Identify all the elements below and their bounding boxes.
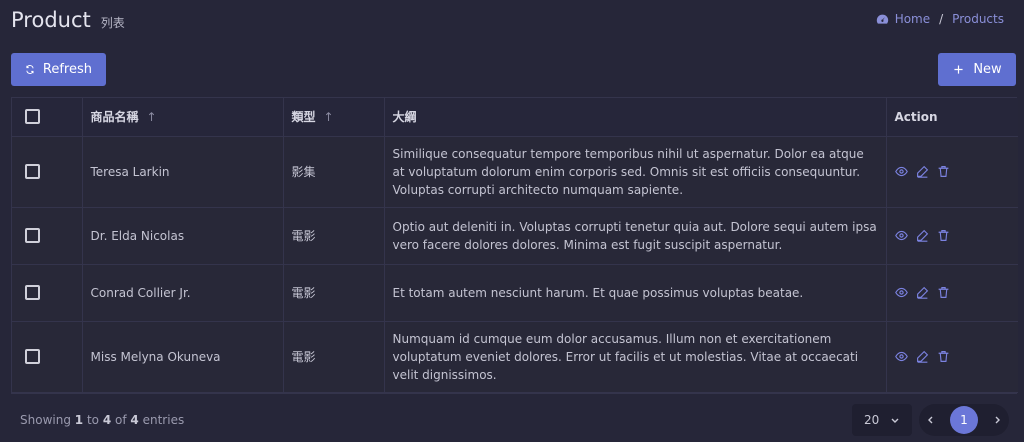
cell-name: Dr. Elda Nicolas [82,207,284,265]
row-checkbox[interactable] [25,228,40,243]
eye-icon[interactable] [894,165,908,178]
page-title-sub: 列表 [100,16,125,30]
page-button-current[interactable]: 1 [950,406,978,434]
cell-name: Teresa Larkin [82,136,284,208]
sort-icon: ↑ [323,110,334,125]
trash-icon[interactable] [937,165,950,178]
chevron-left-icon[interactable] [926,415,936,425]
cell-name: Conrad Collier Jr. [82,264,284,322]
cell-type: 電影 [283,207,385,265]
trash-icon[interactable] [937,229,950,242]
page-size-select[interactable]: 20 [852,404,912,436]
row-checkbox[interactable] [25,164,40,179]
breadcrumb-current[interactable]: Products [952,12,1004,26]
page-title: Product 列表 [11,8,125,32]
cell-summary: Et totam autem nesciunt harum. Et quae p… [384,264,887,322]
breadcrumb-separator: / [939,12,944,26]
cell-summary: Optio aut deleniti in. Voluptas corrupti… [384,207,887,265]
cell-type: 電影 [283,264,385,322]
plus-icon [954,65,963,74]
chevron-down-icon [891,418,899,423]
eye-icon[interactable] [894,350,908,363]
eye-icon[interactable] [894,286,908,299]
table-row: Teresa Larkin 影集 Similique consequatur t… [12,136,1018,208]
column-header-type[interactable]: 類型 ↑ [283,98,385,137]
table-header-row: 商品名稱 ↑ 類型 ↑ 大綱 Action [12,98,1018,137]
entries-info: Showing 1 to 4 of 4 entries [20,413,185,427]
row-checkbox[interactable] [25,349,40,364]
refresh-button[interactable]: Refresh [11,53,106,86]
select-all-cell [12,98,83,137]
edit-icon[interactable] [916,286,929,299]
chevron-right-icon[interactable] [992,415,1002,425]
pagination: 1 [919,404,1009,436]
cell-type: 影集 [283,136,385,208]
sort-icon: ↑ [146,110,157,125]
page-title-main: Product [11,8,91,32]
refresh-icon [26,65,34,74]
breadcrumb-home[interactable]: Home [895,12,930,26]
new-button[interactable]: New [938,53,1016,86]
dashboard-icon [876,14,888,24]
cell-summary: Numquam id cumque eum dolor accusamus. I… [384,321,887,393]
new-label: New [973,62,1002,77]
cell-type: 電影 [283,321,385,393]
edit-icon[interactable] [916,229,929,242]
cell-name: Miss Melyna Okuneva [82,321,284,393]
trash-icon[interactable] [937,350,950,363]
edit-icon[interactable] [916,165,929,178]
products-table: 商品名稱 ↑ 類型 ↑ 大綱 Action Teresa Larkin 影集 Sim… [11,97,1018,394]
eye-icon[interactable] [894,229,908,242]
select-all-checkbox[interactable] [25,109,40,125]
table-row: Conrad Collier Jr. 電影 Et totam autem nes… [12,264,1018,322]
refresh-label: Refresh [42,62,92,77]
column-header-name[interactable]: 商品名稱 ↑ [82,98,284,137]
column-header-summary: 大綱 [384,98,887,137]
breadcrumb: Home / Products [876,12,1004,26]
trash-icon[interactable] [937,286,950,299]
edit-icon[interactable] [916,350,929,363]
page-size-value: 20 [864,413,880,427]
row-checkbox[interactable] [25,285,40,300]
cell-summary: Similique consequatur tempore temporibus… [384,136,887,208]
table-row: Miss Melyna Okuneva 電影 Numquam id cumque… [12,321,1018,393]
column-header-action: Action [886,98,1018,137]
table-row: Dr. Elda Nicolas 電影 Optio aut deleniti i… [12,207,1018,265]
